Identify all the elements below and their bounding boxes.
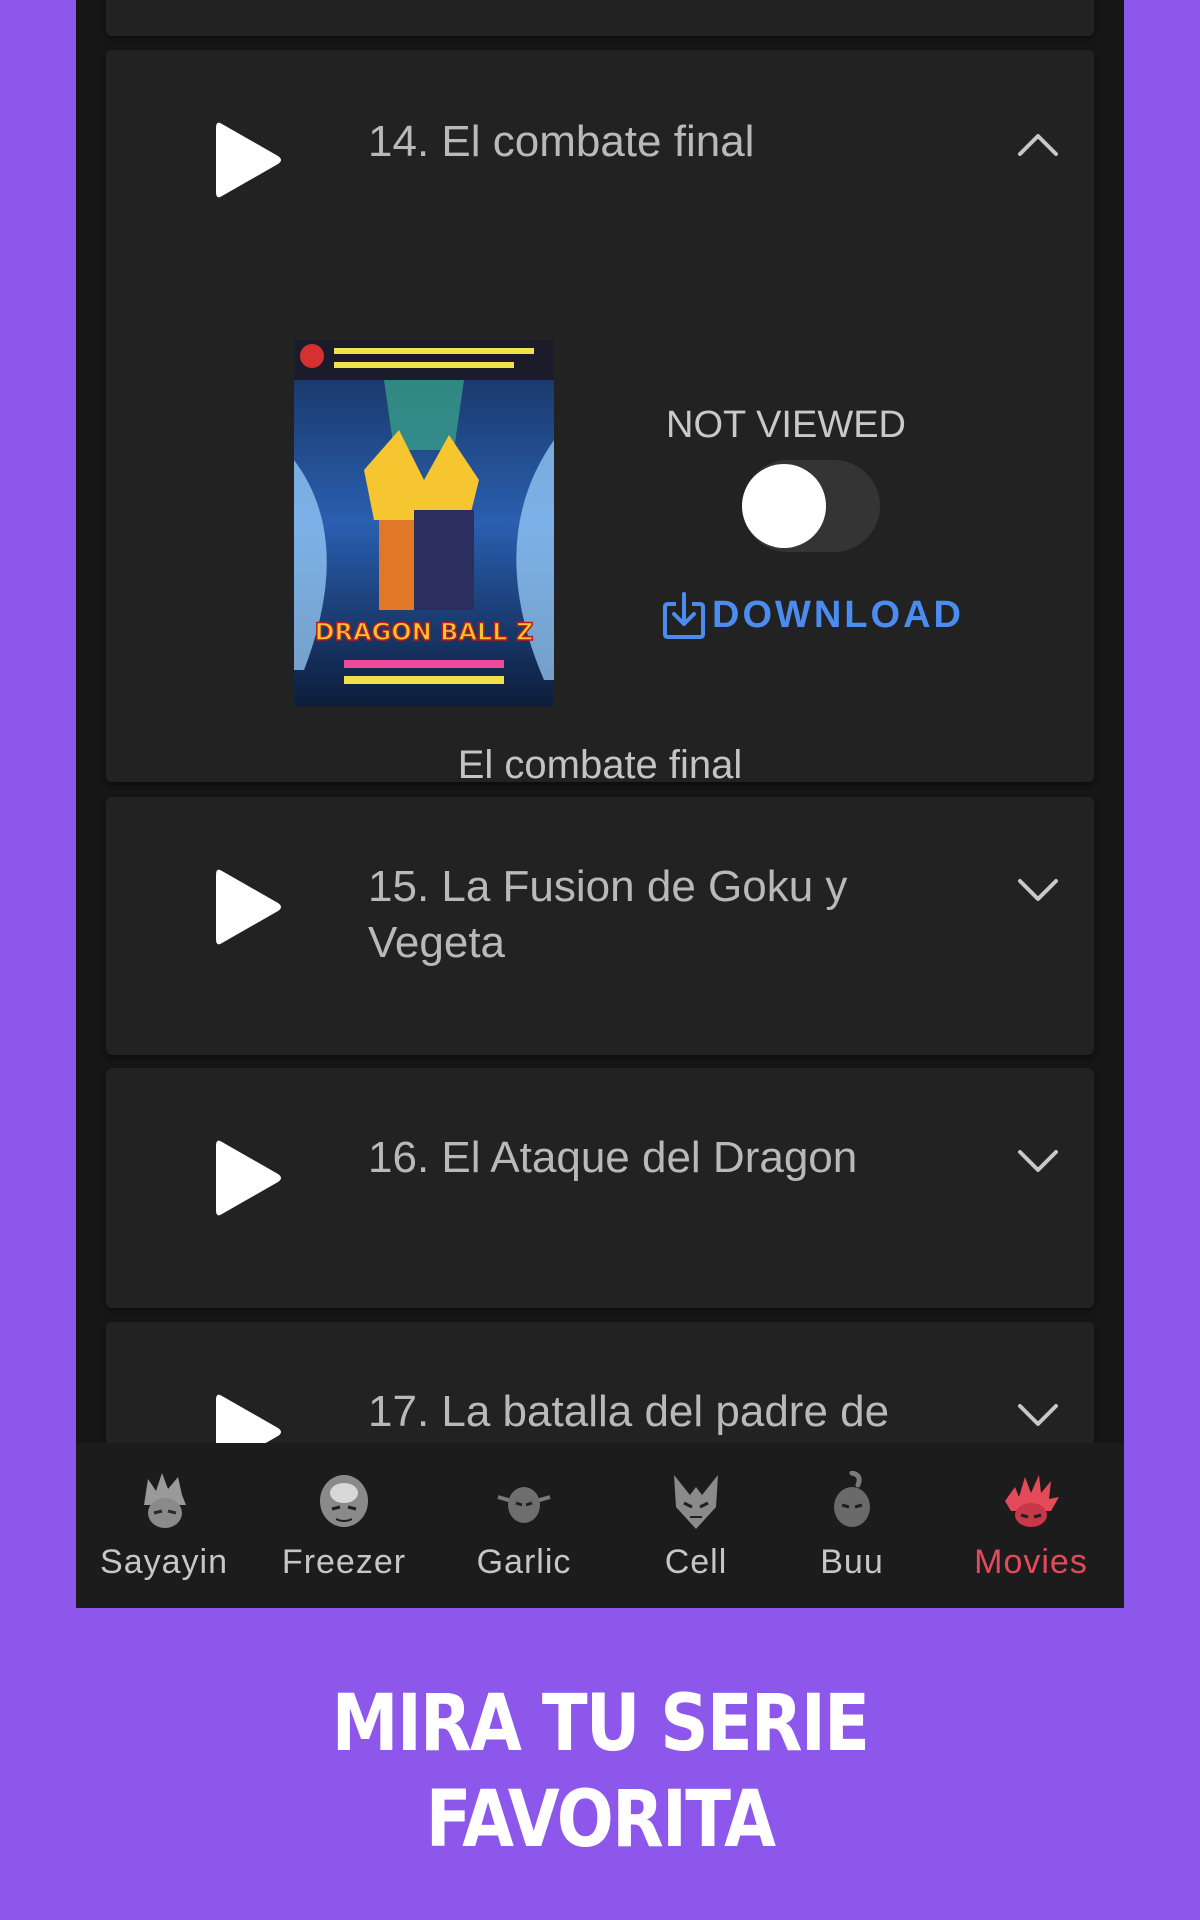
toggle-knob[interactable] xyxy=(742,464,826,548)
app-screen: 14. El combate final DRAGON BALL Z NOT V… xyxy=(76,0,1124,1608)
episode-card-15[interactable]: 15. La Fusion de Goku y Vegeta xyxy=(106,797,1094,1055)
play-icon[interactable] xyxy=(214,867,284,947)
chevron-up-icon[interactable] xyxy=(1016,130,1060,160)
episode-card-14[interactable]: 14. El combate final DRAGON BALL Z NOT V… xyxy=(106,50,1094,787)
nav-label: Movies xyxy=(974,1543,1088,1581)
chevron-down-icon[interactable] xyxy=(1016,875,1060,905)
movie-poster: DRAGON BALL Z xyxy=(294,340,554,706)
download-icon xyxy=(662,590,706,640)
episode-caption: El combate final xyxy=(457,743,743,787)
episode-title[interactable]: 17. La batalla del padre de xyxy=(368,1384,928,1440)
sayayin-icon xyxy=(134,1471,194,1531)
previous-episode-card[interactable] xyxy=(106,0,1094,36)
nav-label: Buu xyxy=(820,1543,884,1581)
nav-label: Cell xyxy=(664,1543,728,1581)
nav-item-freezer[interactable]: Freezer xyxy=(278,1443,410,1608)
episode-title[interactable]: 16. El Ataque del Dragon xyxy=(368,1130,928,1186)
nav-label: Freezer xyxy=(281,1543,407,1581)
episode-title[interactable]: 15. La Fusion de Goku y Vegeta xyxy=(368,859,928,971)
viewed-status-label: NOT VIEWED xyxy=(666,404,906,446)
play-icon[interactable] xyxy=(214,1138,284,1218)
nav-item-movies[interactable]: Movies xyxy=(956,1443,1106,1608)
promo-line-2: FAVORITA xyxy=(425,1775,776,1865)
buu-icon xyxy=(822,1471,882,1531)
nav-item-buu[interactable]: Buu xyxy=(802,1443,902,1608)
viewed-toggle[interactable] xyxy=(740,460,884,552)
episode-card-16[interactable]: 16. El Ataque del Dragon xyxy=(106,1068,1094,1308)
nav-label: Garlic xyxy=(476,1543,572,1581)
nav-item-sayayin[interactable]: Sayayin xyxy=(90,1443,238,1608)
play-icon[interactable] xyxy=(214,1392,284,1443)
promo-line-1: MIRA TU SERIE xyxy=(331,1679,870,1769)
movies-icon xyxy=(1001,1471,1061,1531)
promo-text: MIRA TU SERIE FAVORITA xyxy=(84,1676,1116,1868)
nav-item-cell[interactable]: Cell xyxy=(646,1443,746,1608)
bottom-navigation: Sayayin Freezer Garlic Cell Buu Movies xyxy=(76,1443,1124,1608)
download-button[interactable]: DOWNLOAD xyxy=(662,588,964,642)
freezer-icon xyxy=(314,1471,374,1531)
garlic-icon xyxy=(494,1471,554,1531)
poster-logo: DRAGON BALL Z xyxy=(315,618,534,646)
episode-title[interactable]: 14. El combate final xyxy=(368,114,928,170)
nav-label: Sayayin xyxy=(100,1543,228,1581)
episode-list[interactable]: 14. El combate final DRAGON BALL Z NOT V… xyxy=(76,0,1124,1443)
episode-card-17[interactable]: 17. La batalla del padre de xyxy=(106,1322,1094,1443)
cell-icon xyxy=(666,1471,726,1531)
chevron-down-icon[interactable] xyxy=(1016,1146,1060,1176)
download-label: DOWNLOAD xyxy=(712,593,964,636)
play-icon[interactable] xyxy=(214,120,284,200)
chevron-down-icon[interactable] xyxy=(1016,1400,1060,1430)
nav-item-garlic[interactable]: Garlic xyxy=(466,1443,582,1608)
